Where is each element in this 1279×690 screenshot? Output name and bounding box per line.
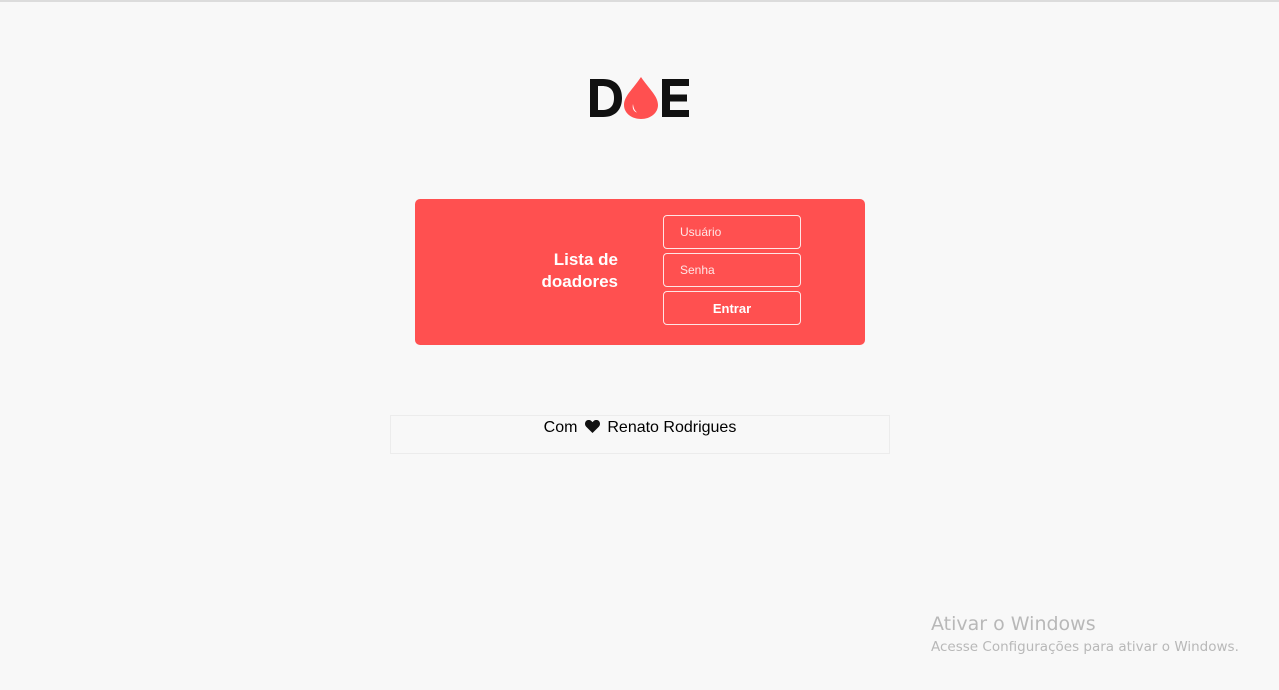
footer-credit: Com Renato Rodrigues (390, 415, 890, 454)
doe-logo (589, 75, 691, 121)
password-input[interactable] (663, 253, 801, 287)
window-top-border (0, 0, 1279, 2)
panel-title: Lista de doadores (478, 249, 618, 293)
login-panel: Lista de doadores Entrar (415, 199, 865, 345)
blood-drop-icon (624, 77, 658, 119)
username-input[interactable] (663, 215, 801, 249)
heart-icon (584, 419, 600, 438)
footer-prefix: Com (543, 419, 578, 436)
watermark-subtitle: Acesse Configurações para ativar o Windo… (931, 639, 1239, 655)
windows-activation-watermark: Ativar o Windows Acesse Configurações pa… (931, 612, 1239, 657)
panel-title-line2: doadores (541, 272, 618, 291)
watermark-title: Ativar o Windows (931, 613, 1096, 635)
login-button[interactable]: Entrar (663, 291, 801, 325)
footer-author: Renato Rodrigues (607, 419, 737, 436)
panel-title-line1: Lista de (553, 250, 618, 269)
